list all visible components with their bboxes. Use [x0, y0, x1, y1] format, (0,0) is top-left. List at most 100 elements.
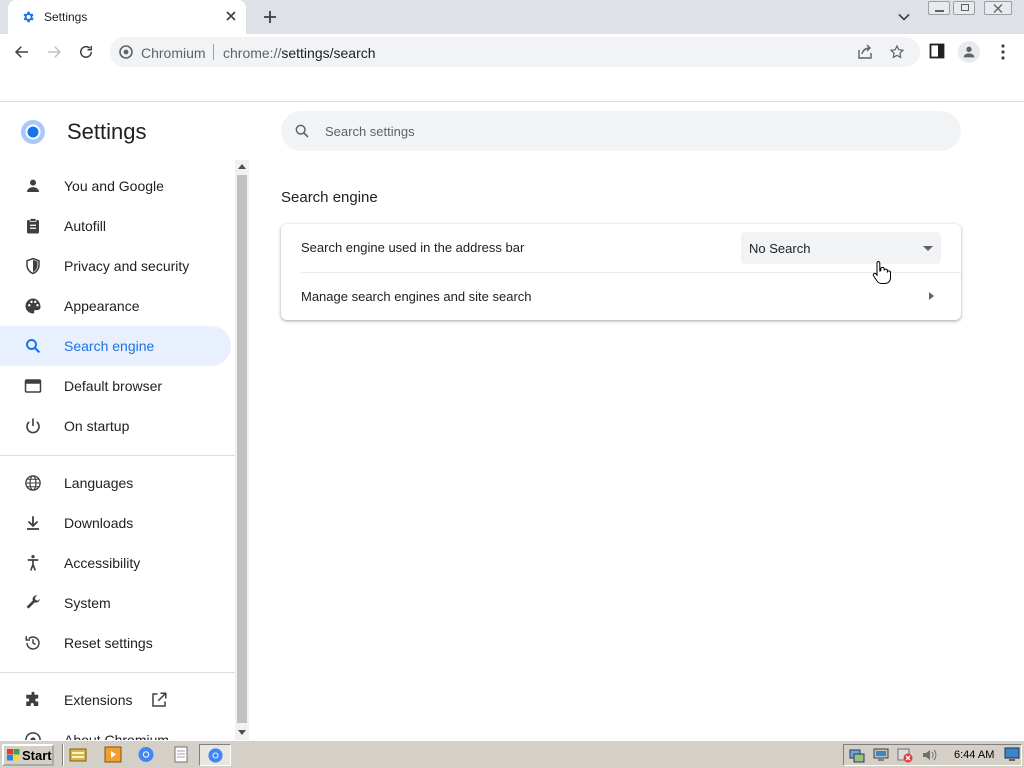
sidebar-item-about[interactable]: About Chromium: [0, 720, 231, 740]
url-path: settings/search: [281, 45, 376, 61]
engine-row-label: Search engine used in the address bar: [301, 240, 525, 255]
globe-icon: [25, 475, 41, 491]
address-bar[interactable]: Chromium chrome://settings/search: [110, 37, 920, 67]
page-title: Settings: [67, 119, 147, 144]
clock: 6:44 AM: [954, 749, 995, 761]
sidebar-item-label: Default browser: [64, 378, 163, 394]
sidebar-item-accessibility[interactable]: Accessibility: [0, 543, 231, 583]
chromium-taskbar-icon: [208, 748, 223, 763]
arrow-right-icon: [929, 292, 934, 300]
manage-search-engines-row[interactable]: Manage search engines and site search: [281, 273, 961, 320]
back-arrow-icon[interactable]: [13, 43, 31, 61]
sidebar-item-extensions[interactable]: Extensions: [0, 680, 231, 720]
close-icon[interactable]: [225, 10, 237, 22]
file-explorer-icon[interactable]: [69, 746, 87, 763]
scroll-up-arrow[interactable]: [238, 164, 246, 169]
scroll-down-arrow[interactable]: [238, 730, 246, 735]
manage-row-label: Manage search engines and site search: [301, 289, 532, 304]
browser-toolbar: Chromium chrome://settings/search: [0, 34, 1024, 70]
hand-cursor-icon: [872, 260, 891, 284]
sidebar-item-system[interactable]: System: [0, 583, 231, 623]
shield-icon: [26, 257, 40, 275]
sidebar-item-autofill[interactable]: Autofill: [0, 206, 231, 246]
bookmark-star-icon[interactable]: [889, 44, 905, 60]
sidebar-item-label: Appearance: [64, 298, 140, 314]
chevron-down-icon[interactable]: [897, 10, 911, 24]
active-taskbar-button[interactable]: [199, 744, 231, 766]
sidebar-item-label: Autofill: [64, 218, 107, 234]
power-icon: [26, 418, 40, 434]
share-icon[interactable]: [857, 44, 873, 60]
dropdown-arrow-icon: [923, 246, 933, 251]
sidebar-item-label: On startup: [64, 418, 130, 434]
url-scheme: chrome://: [223, 45, 282, 61]
chromium-logo-icon: [21, 120, 45, 144]
sidebar-scrollbar[interactable]: [235, 160, 249, 740]
puzzle-icon: [26, 691, 39, 706]
wrench-icon: [26, 595, 40, 609]
sidebar-item-languages[interactable]: Languages: [0, 463, 231, 503]
chromium-icon: [119, 45, 133, 59]
sidebar-item-appearance[interactable]: Appearance: [0, 286, 231, 326]
search-engine-card: Search engine used in the address bar No…: [281, 224, 961, 320]
minimize-button[interactable]: [928, 1, 950, 15]
person-icon: [963, 46, 975, 58]
section-title: Search engine: [281, 189, 378, 206]
new-tab-icon[interactable]: [262, 9, 278, 25]
start-label: Start: [22, 748, 52, 763]
gear-icon: [23, 11, 34, 23]
forward-arrow-icon[interactable]: [45, 43, 63, 61]
toolbar-divider: [0, 101, 1024, 102]
search-settings-box[interactable]: [281, 111, 961, 151]
sidebar-item-label: Reset settings: [64, 635, 153, 651]
browser-window-icon: [24, 379, 42, 393]
tab-title: Settings: [44, 10, 88, 24]
tab-settings[interactable]: Settings: [8, 0, 246, 34]
restore-button[interactable]: [953, 1, 975, 15]
sidebar-item-default-browser[interactable]: Default browser: [0, 366, 231, 406]
sidebar-item-label: About Chromium: [64, 732, 170, 740]
search-engine-select[interactable]: No Search: [741, 232, 941, 264]
reload-icon[interactable]: [77, 43, 95, 61]
download-icon: [27, 516, 39, 530]
url-text: chrome://settings/search: [223, 45, 376, 61]
show-desktop-icon[interactable]: [1004, 747, 1020, 762]
media-player-icon[interactable]: [104, 746, 122, 763]
network-icon[interactable]: [849, 747, 865, 763]
search-icon: [26, 339, 41, 354]
sidebar-item-label: System: [64, 595, 111, 611]
sidebar-item-label: Accessibility: [64, 555, 141, 571]
sidebar-item-reset-settings[interactable]: Reset settings: [0, 623, 231, 663]
sidebar-item-label: Downloads: [64, 515, 134, 531]
kebab-menu-icon[interactable]: [995, 43, 1011, 61]
search-icon: [295, 124, 309, 138]
external-link-icon: [152, 692, 167, 707]
palette-icon: [25, 298, 41, 314]
url-divider: [213, 44, 214, 60]
person-icon: [27, 179, 39, 192]
sidebar-item-search-engine[interactable]: Search engine: [0, 326, 231, 366]
window-close-button[interactable]: [984, 1, 1012, 15]
scroll-thumb[interactable]: [237, 175, 247, 723]
side-panel-icon[interactable]: [929, 43, 945, 59]
taskbar-separator: [62, 744, 64, 766]
accessibility-icon: [27, 554, 39, 571]
volume-icon[interactable]: [921, 747, 937, 763]
computer-icon[interactable]: [873, 747, 889, 763]
sidebar-item-on-startup[interactable]: On startup: [0, 406, 231, 446]
chromium-taskbar-icon[interactable]: [137, 746, 155, 763]
search-input[interactable]: [325, 121, 925, 141]
sidebar-item-you-and-google[interactable]: You and Google: [0, 166, 231, 206]
notepad-icon[interactable]: [172, 746, 190, 763]
profile-avatar[interactable]: [958, 41, 980, 63]
sidebar-item-downloads[interactable]: Downloads: [0, 503, 231, 543]
select-value: No Search: [749, 241, 811, 256]
sidebar-divider: [0, 455, 235, 456]
sidebar-item-label: Extensions: [64, 692, 133, 708]
sidebar-item-label: Privacy and security: [64, 258, 190, 274]
sidebar-item-privacy[interactable]: Privacy and security: [0, 246, 231, 286]
system-tray: 6:44 AM: [843, 744, 1022, 766]
sidebar-item-label: Search engine: [64, 338, 155, 354]
security-alert-icon[interactable]: [897, 747, 913, 763]
start-button[interactable]: Start: [2, 744, 54, 766]
